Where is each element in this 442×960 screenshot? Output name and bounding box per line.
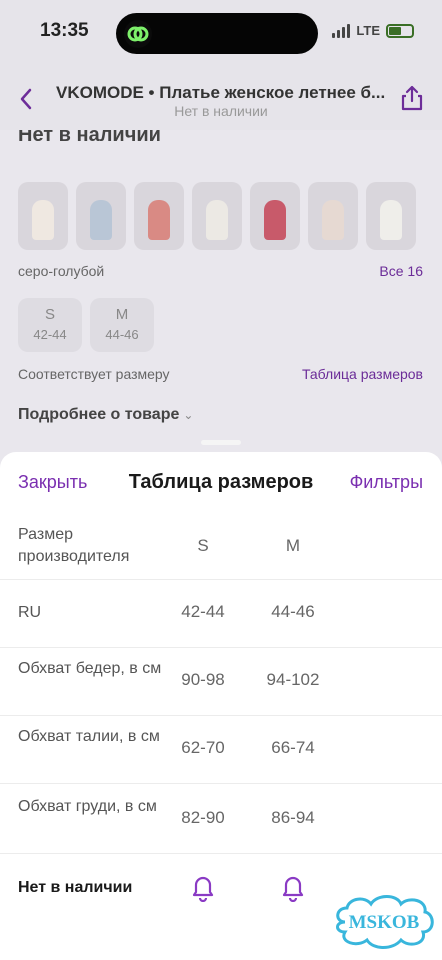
size-chip-size: M — [115, 306, 129, 323]
selected-color-label: серо-голубой — [18, 263, 105, 279]
color-thumbnail[interactable] — [308, 182, 358, 250]
more-about-label: Подробнее о товаре — [18, 406, 180, 423]
table-header-row: Размер производителя S M — [0, 512, 442, 580]
size-table-sheet: Закрыть Таблица размеров Фильтры Размер … — [0, 452, 442, 960]
cell-m: 66-74 — [271, 738, 315, 757]
column-s-header: S — [197, 536, 209, 555]
table-row: Обхват груди, в см 82-90 86-94 — [0, 784, 442, 854]
link-icon — [124, 20, 152, 48]
more-about-product[interactable]: Подробнее о товаре ⌄ — [18, 406, 193, 424]
size-chip-s[interactable]: S 42-44 — [18, 298, 82, 352]
notify-s-bell-icon[interactable] — [189, 872, 217, 903]
row-label: Обхват груди, в см — [18, 798, 157, 815]
size-chip-size: S — [44, 306, 55, 323]
row-label: Обхват бедер, в см — [18, 660, 162, 677]
color-thumbnail[interactable] — [134, 182, 184, 250]
color-thumbnail[interactable] — [366, 182, 416, 250]
watermark-logo: MSKOB — [331, 892, 437, 952]
product-header: VKOMODE • Платье женское летнее б... Нет… — [0, 66, 442, 130]
table-row: Обхват бедер, в см 90-98 94-102 — [0, 648, 442, 716]
all-colors-link[interactable]: Все 16 — [379, 263, 423, 279]
fit-label: Соответствует размеру — [18, 366, 170, 382]
status-bar: 13:35 LTE — [0, 0, 442, 66]
notify-m-bell-icon[interactable] — [279, 872, 307, 903]
header-subtitle: Нет в наличии — [174, 103, 268, 119]
chevron-down-icon: ⌄ — [183, 408, 194, 422]
size-chip-range: 44-46 — [105, 327, 139, 342]
signal-icon — [332, 23, 351, 38]
cell-s: 62-70 — [181, 738, 225, 757]
table-row: RU 42-44 44-46 — [0, 580, 442, 648]
size-table-link[interactable]: Таблица размеров — [302, 366, 423, 382]
row-label: Размер производителя — [18, 526, 130, 565]
row-label: Обхват талии, в см — [18, 728, 160, 745]
row-label: RU — [18, 604, 42, 621]
share-icon[interactable] — [400, 84, 424, 112]
size-chip-range: 42-44 — [33, 327, 67, 342]
product-page: Нет в наличии серо-голубой Все 16 S 42-4… — [0, 130, 442, 460]
table-row: Обхват талии, в см 62-70 66-74 — [0, 716, 442, 784]
availability-label: Нет в наличии — [18, 879, 133, 896]
svg-text:MSKOB: MSKOB — [349, 912, 420, 933]
filters-button[interactable]: Фильтры — [350, 472, 423, 493]
header-title: VKOMODE • Платье женское летнее б... — [56, 83, 386, 102]
dynamic-island — [116, 13, 318, 54]
status-time: 13:35 — [40, 20, 89, 41]
color-thumbnail[interactable] — [192, 182, 242, 250]
availability-heading: Нет в наличии — [18, 130, 161, 146]
cell-s: 42-44 — [181, 602, 225, 621]
cell-s: 90-98 — [181, 670, 225, 689]
color-thumbnail[interactable] — [250, 182, 300, 250]
battery-icon — [386, 23, 414, 38]
color-thumbnail[interactable] — [18, 182, 68, 250]
color-thumbnail[interactable] — [76, 182, 126, 250]
network-label: LTE — [356, 23, 380, 38]
sheet-drag-handle[interactable] — [201, 440, 241, 445]
cell-s: 82-90 — [181, 808, 225, 827]
cell-m: 44-46 — [271, 602, 315, 621]
cell-m: 94-102 — [266, 670, 320, 689]
cell-m: 86-94 — [271, 808, 315, 827]
color-thumbnails — [18, 182, 416, 250]
size-chip-m[interactable]: M 44-46 — [90, 298, 154, 352]
column-m-header: M — [285, 536, 301, 555]
